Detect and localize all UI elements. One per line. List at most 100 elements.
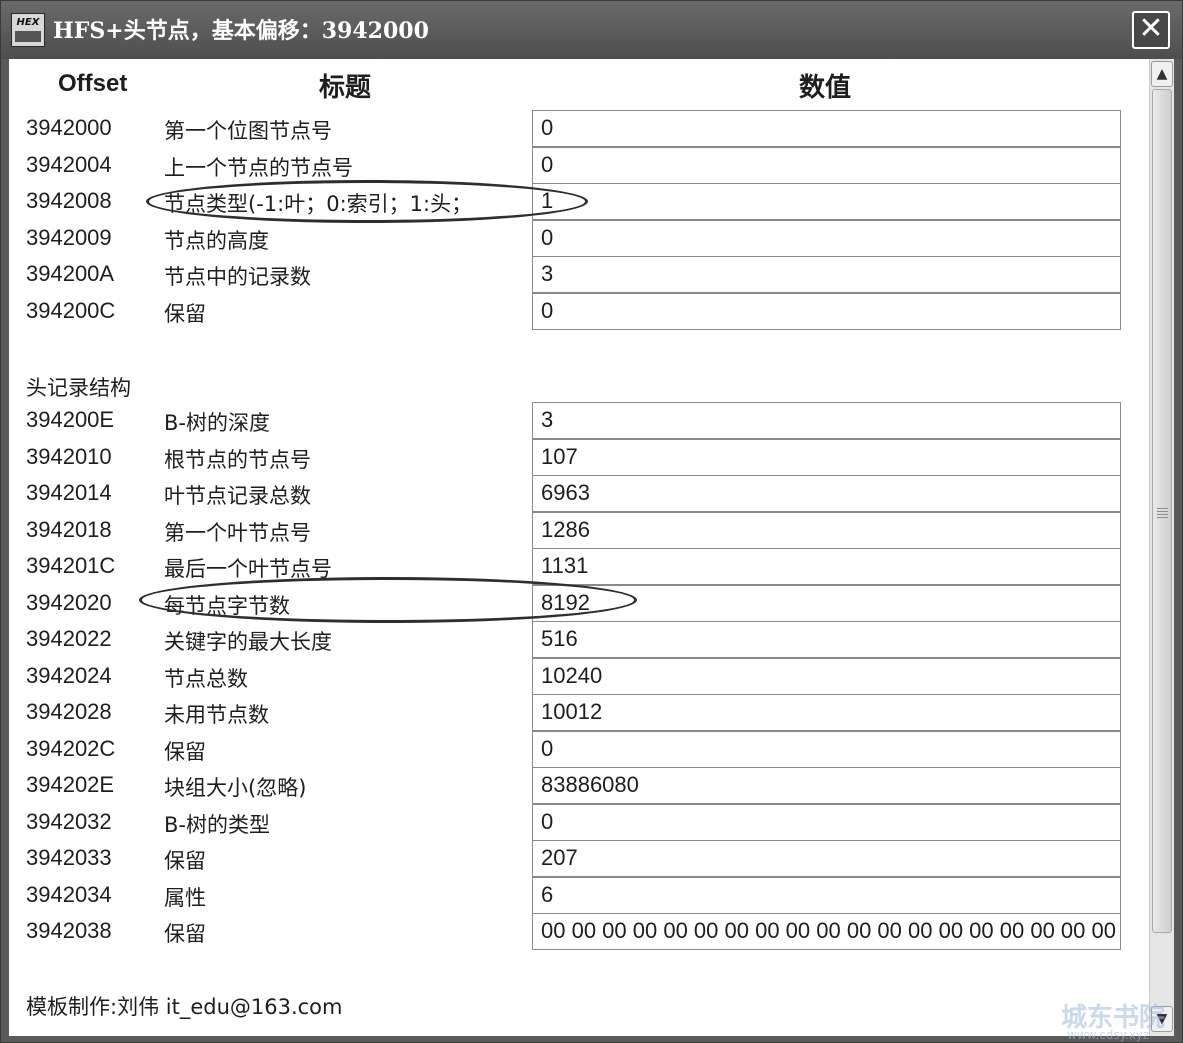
field-offset: 394202C	[26, 735, 116, 761]
column-header-offset: Offset	[58, 70, 128, 97]
field-offset: 394202E	[26, 772, 115, 797]
field-title: 最后一个叶节点号	[164, 557, 332, 581]
close-button[interactable]: ✕	[1132, 11, 1170, 49]
field-title: 每节点字节数	[164, 593, 290, 618]
hex-icon-label: HEX	[16, 17, 40, 28]
field-offset: 394200A	[26, 261, 115, 286]
field-value-input[interactable]: 516	[532, 621, 1121, 658]
field-title: 节点类型(-1:叶；0:索引；1:头；	[164, 192, 473, 216]
field-row: 3942018 第一个叶节点号 1286	[9, 511, 1124, 549]
template-content: Offset 标题 数值 3942000 第一个位图节点号 0 3942004 上一个节…	[9, 59, 1174, 1036]
column-header-title: 标题	[319, 73, 372, 103]
field-row: 394200A 节点中的记录数 3	[9, 256, 1124, 293]
field-value-input[interactable]: 6	[532, 876, 1121, 914]
field-offset: 3942018	[26, 516, 112, 542]
field-row: 3942032 B-树的类型 0	[9, 803, 1124, 841]
field-value-input[interactable]: 1131	[532, 548, 1121, 585]
field-title: 第一个位图节点号	[164, 119, 332, 143]
field-row: 394202C 保留 0	[9, 730, 1124, 768]
field-row: 3942000 第一个位图节点号 0	[9, 110, 1124, 147]
field-value-input[interactable]: 207	[532, 840, 1121, 877]
field-title: 未用节点数	[164, 703, 269, 727]
field-offset: 3942014	[26, 480, 112, 505]
scrollbar-thumb[interactable]	[1152, 89, 1172, 933]
field-row: 394200E B-树的深度 3	[9, 402, 1124, 439]
field-offset: 394200E	[26, 407, 115, 432]
field-offset: 394201C	[26, 553, 116, 578]
field-row: 3942034 属性 6	[9, 876, 1124, 914]
field-value-input[interactable]: 1286	[532, 511, 1121, 549]
field-value-input[interactable]: 0	[532, 219, 1121, 257]
field-value-input[interactable]: 0	[532, 292, 1121, 330]
field-offset: 3942028	[26, 699, 112, 724]
field-value-input[interactable]: 107	[532, 438, 1121, 476]
field-title: 保留	[164, 301, 206, 326]
field-value-input[interactable]: 00 00 00 00 00 00 00 00 00 00 00 00 00 0…	[532, 913, 1121, 950]
field-title: 节点中的记录数	[164, 265, 311, 289]
field-row: 394202E 块组大小(忽略) 83886080	[9, 767, 1124, 804]
field-value-input[interactable]: 3	[532, 402, 1121, 439]
field-offset: 3942032	[26, 808, 112, 834]
field-value-input[interactable]: 1	[532, 183, 1121, 220]
field-value-input[interactable]: 6963	[532, 475, 1121, 512]
field-title: 节点的高度	[164, 228, 269, 253]
hex-icon-bar	[15, 31, 41, 42]
watermark-url: www.cdsy.xyz	[1067, 1028, 1150, 1042]
close-icon: ✕	[1138, 11, 1164, 46]
field-row: 3942024 节点总数 10240	[9, 657, 1124, 695]
field-row: 394200C 保留 0	[9, 292, 1124, 330]
field-title: 第一个叶节点号	[164, 520, 311, 545]
field-offset: 3942000	[26, 115, 112, 140]
field-offset: 3942033	[26, 845, 112, 870]
field-value-input[interactable]: 8192	[532, 584, 1121, 622]
field-row: 3942020 每节点字节数 8192	[9, 584, 1124, 622]
field-offset: 3942034	[26, 881, 112, 907]
scroll-up-button[interactable]: ▲	[1151, 61, 1173, 87]
field-offset: 3942004	[26, 151, 112, 177]
field-row: 3942028 未用节点数 10012	[9, 694, 1124, 731]
section-label-header-record: 头记录结构	[26, 376, 131, 400]
field-row: 3942004 上一个节点的节点号 0	[9, 146, 1124, 184]
field-value-input[interactable]: 10240	[532, 657, 1121, 695]
field-row: 3942033 保留 207	[9, 840, 1124, 877]
field-offset: 3942022	[26, 626, 112, 651]
field-title: 保留	[164, 922, 206, 946]
field-offset: 3942020	[26, 589, 112, 615]
field-value-input[interactable]: 0	[532, 110, 1121, 147]
field-row: 3942038 保留 00 00 00 00 00 00 00 00 00 00 0…	[9, 913, 1124, 950]
template-window: HEX HFS+头节点，基本偏移：3942000 ✕ Offset 标题 数值 …	[0, 0, 1183, 1043]
field-value-input[interactable]: 83886080	[532, 767, 1121, 804]
field-offset: 3942009	[26, 224, 112, 250]
field-row: 394201C 最后一个叶节点号 1131	[9, 548, 1124, 585]
field-title: 叶节点记录总数	[164, 484, 311, 508]
field-title: 节点总数	[164, 666, 248, 691]
field-value-input[interactable]: 0	[532, 730, 1121, 768]
field-row: 3942010 根节点的节点号 107	[9, 438, 1124, 476]
field-row: 3942022 关键字的最大长度 516	[9, 621, 1124, 658]
field-title: 保留	[164, 739, 206, 764]
field-title: B-树的类型	[164, 812, 270, 837]
field-row: 3942008 节点类型(-1:叶；0:索引；1:头； 1	[9, 183, 1124, 220]
field-value-input[interactable]: 0	[532, 803, 1121, 841]
field-offset: 3942008	[26, 188, 112, 213]
hex-app-icon: HEX	[11, 13, 45, 47]
field-title: 属性	[164, 885, 206, 910]
column-header-value: 数值	[799, 73, 852, 103]
field-title: 块组大小(忽略)	[164, 776, 307, 800]
field-value-input[interactable]: 0	[532, 146, 1121, 184]
field-title: 保留	[164, 849, 206, 873]
field-offset: 3942010	[26, 443, 112, 469]
grip-icon	[1157, 508, 1168, 518]
field-title: 关键字的最大长度	[164, 630, 332, 654]
field-value-input[interactable]: 3	[532, 256, 1121, 293]
field-title: 根节点的节点号	[164, 447, 311, 472]
field-row: 3942009 节点的高度 0	[9, 219, 1124, 257]
field-offset: 394200C	[26, 297, 116, 323]
field-title: 上一个节点的节点号	[164, 155, 353, 180]
template-author-footer: 模板制作:刘伟 it_edu@163.com	[26, 995, 343, 1019]
field-value-input[interactable]: 10012	[532, 694, 1121, 731]
field-offset: 3942038	[26, 918, 112, 943]
title-bar[interactable]: HEX HFS+头节点，基本偏移：3942000 ✕	[1, 1, 1182, 59]
vertical-scrollbar[interactable]: ▲ ▼	[1149, 59, 1174, 1036]
field-row: 3942014 叶节点记录总数 6963	[9, 475, 1124, 512]
